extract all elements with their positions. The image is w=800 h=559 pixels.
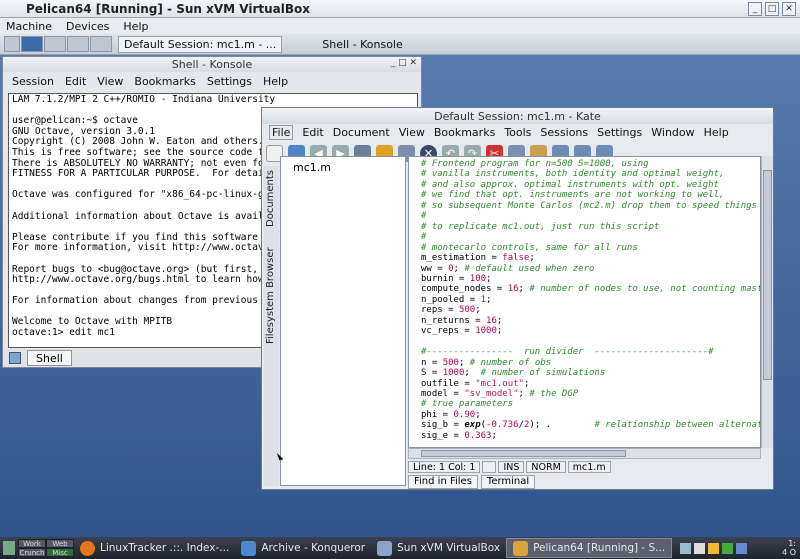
kate-bottom-tabbar: Find in Files Terminal <box>408 474 773 489</box>
kate-statusbar: Line: 1 Col: 1 INS NORM mc1.m <box>408 460 773 473</box>
pager-desktop-1[interactable] <box>21 36 43 52</box>
menu-machine[interactable]: Machine <box>6 20 52 33</box>
vbox-menubar: Machine Devices Help <box>0 18 800 34</box>
status-selection-mode[interactable]: NORM <box>526 460 566 473</box>
vbox-titlebar: Pelican64 [Running] - Sun xVM VirtualBox… <box>0 0 800 18</box>
status-modified-indicator <box>482 460 497 473</box>
kate-menu-file[interactable]: File <box>269 125 294 140</box>
tray-network-icon[interactable] <box>680 542 692 554</box>
clock-time: 1: <box>788 539 796 548</box>
taskbar-item-firefox-label: LinuxTracker .::. Index-... <box>100 542 230 554</box>
pager: Work Web Crunch Misc <box>18 539 74 557</box>
host-taskbar: Work Web Crunch Misc LinuxTracker .::. I… <box>0 537 800 559</box>
tray-bulb-icon[interactable] <box>708 542 720 554</box>
system-tray <box>680 542 748 554</box>
side-tab-documents[interactable]: Documents <box>265 168 279 228</box>
task-konsole-label: Shell - Konsole <box>322 37 403 51</box>
task-kate[interactable]: Default Session: mc1.m - ... <box>118 35 283 53</box>
status-line-col: Line: 1 Col: 1 <box>408 460 481 473</box>
tray-battery-icon[interactable] <box>722 542 734 554</box>
vm-icon <box>513 540 529 556</box>
kate-menu-help[interactable]: Help <box>704 126 729 139</box>
virtualbox-icon <box>377 540 393 556</box>
vbox-title: Pelican64 [Running] - Sun xVM VirtualBox <box>26 1 310 16</box>
document-item[interactable]: mc1.m <box>293 161 405 174</box>
kate-menu-tools[interactable]: Tools <box>504 126 531 139</box>
pager-desktop-4[interactable] <box>90 36 112 52</box>
tab-terminal[interactable]: Terminal <box>480 474 536 489</box>
pager-web[interactable]: Web <box>46 539 74 548</box>
menu-devices[interactable]: Devices <box>66 20 109 33</box>
kate-menu-window[interactable]: Window <box>651 126 694 139</box>
kate-titlebar: Default Session: mc1.m - Kate <box>262 108 773 124</box>
show-desktop-icon[interactable] <box>4 36 20 52</box>
firefox-icon <box>80 540 95 556</box>
kate-menu-view[interactable]: View <box>399 126 425 139</box>
minimize-icon[interactable]: _ <box>748 1 762 16</box>
kate-menu-sessions[interactable]: Sessions <box>540 126 588 139</box>
tab-shell-label: Shell <box>36 351 63 365</box>
tab-find-in-files[interactable]: Find in Files <box>408 474 478 489</box>
kate-menu-settings[interactable]: Settings <box>597 126 642 139</box>
tab-shell[interactable]: Shell <box>27 350 72 366</box>
kmenu-icon[interactable] <box>3 541 15 555</box>
konsole-title: Shell - Konsole <box>171 58 253 71</box>
kate-window: Default Session: mc1.m - Kate File Edit … <box>261 107 774 490</box>
task-kate-label: Default Session: mc1.m - ... <box>124 37 277 51</box>
konsole-menu-edit[interactable]: Edit <box>65 75 86 88</box>
guest-top-panel: Default Session: mc1.m - ... Shell - Kon… <box>0 34 800 55</box>
tray-bluetooth-icon[interactable] <box>736 542 748 554</box>
code-text: # Frontend program for n=500 S=1000, usi… <box>421 159 761 441</box>
folder-icon <box>241 540 257 556</box>
konsole-titlebar: Shell - Konsole _ □ ✕ <box>3 57 421 72</box>
documents-list: mc1.m <box>280 156 406 486</box>
new-tab-icon[interactable] <box>9 352 21 364</box>
kate-menu-document[interactable]: Document <box>333 126 390 139</box>
clock-date: 4 O <box>782 548 796 557</box>
status-insert-mode[interactable]: INS <box>498 460 525 473</box>
taskbar-item-pelican64-label: Pelican64 [Running] - S... <box>533 542 666 554</box>
pager-crunch[interactable]: Crunch <box>18 548 46 557</box>
konsole-menu-settings[interactable]: Settings <box>207 75 252 88</box>
editor-vertical-scrollbar[interactable] <box>761 156 773 448</box>
konsole-menu-bookmarks[interactable]: Bookmarks <box>134 75 195 88</box>
konsole-menu-help[interactable]: Help <box>263 75 288 88</box>
tray-volume-icon[interactable] <box>694 542 706 554</box>
taskbar-item-firefox[interactable]: LinuxTracker .::. Index-... <box>74 538 235 558</box>
konsole-window-buttons-icon[interactable]: _ □ ✕ <box>391 58 417 68</box>
taskbar-item-pelican64[interactable]: Pelican64 [Running] - S... <box>506 538 673 558</box>
taskbar-item-virtualbox[interactable]: Sun xVM VirtualBox <box>371 538 506 558</box>
clock[interactable]: 1: 4 O <box>782 539 796 557</box>
kate-menu-edit[interactable]: Edit <box>302 126 323 139</box>
editor-horizontal-scrollbar[interactable] <box>408 448 761 459</box>
code-editor[interactable]: # Frontend program for n=500 S=1000, usi… <box>408 156 761 448</box>
task-konsole[interactable]: Shell - Konsole <box>316 36 408 53</box>
close-icon[interactable]: ✕ <box>782 1 796 16</box>
kate-menu-bookmarks[interactable]: Bookmarks <box>434 126 495 139</box>
status-filename: mc1.m <box>567 460 611 473</box>
pager-misc[interactable]: Misc <box>46 548 74 557</box>
side-tab-filesystem-browser[interactable]: Filesystem Browser <box>265 246 279 346</box>
kate-menubar: File Edit Document View Bookmarks Tools … <box>262 124 773 141</box>
kate-side-tabbar: Documents Filesystem Browser <box>264 166 279 486</box>
maximize-icon[interactable]: □ <box>765 1 779 16</box>
taskbar-item-virtualbox-label: Sun xVM VirtualBox <box>397 542 501 554</box>
pager-desktop-3[interactable] <box>67 36 89 52</box>
konsole-menu-session[interactable]: Session <box>12 75 54 88</box>
menu-help[interactable]: Help <box>123 20 148 33</box>
pager-desktop-2[interactable] <box>44 36 66 52</box>
pager-work[interactable]: Work <box>18 539 46 548</box>
taskbar-item-konqueror-label: Archive - Konqueror <box>261 542 366 554</box>
kate-title: Default Session: mc1.m - Kate <box>434 109 601 123</box>
konsole-menu-view[interactable]: View <box>97 75 123 88</box>
konsole-menubar: Session Edit View Bookmarks Settings Hel… <box>3 72 421 90</box>
taskbar-item-konqueror[interactable]: Archive - Konqueror <box>235 538 371 558</box>
